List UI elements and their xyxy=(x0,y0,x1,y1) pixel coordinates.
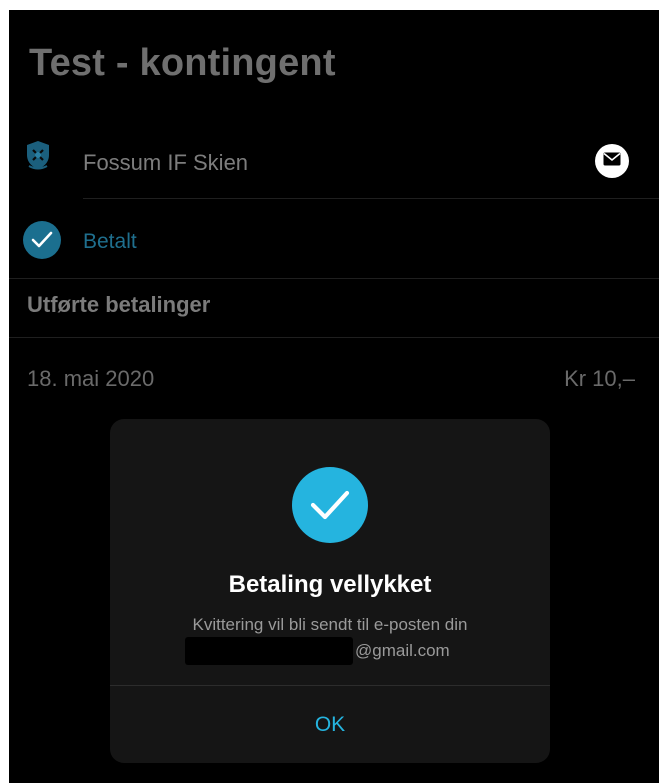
club-crest-icon xyxy=(25,140,51,170)
divider xyxy=(9,278,659,279)
payment-status-row: Betalt xyxy=(9,200,659,279)
divider xyxy=(9,337,659,338)
section-title: Utførte betalinger xyxy=(27,292,211,317)
app-screen: Test - kontingent Fossum IF Skien Betalt… xyxy=(9,10,659,783)
email-domain: @gmail.com xyxy=(355,641,450,660)
contact-button[interactable] xyxy=(595,144,629,178)
page-title: Test - kontingent xyxy=(29,42,336,84)
check-circle-icon xyxy=(292,467,368,543)
dialog-message: Kvittering vil bli sendt til e-posten di… xyxy=(192,615,468,634)
payment-date: 18. mai 2020 xyxy=(27,366,155,391)
ok-button[interactable]: OK xyxy=(110,686,550,763)
dialog-title: Betaling vellykket xyxy=(228,571,432,598)
check-circle-icon xyxy=(23,221,61,259)
redacted-email-local-part xyxy=(185,637,353,665)
payment-amount: Kr 10,– xyxy=(564,366,635,391)
organization-name: Fossum IF Skien xyxy=(83,150,249,175)
organization-row[interactable]: Fossum IF Skien xyxy=(9,120,659,199)
divider xyxy=(83,198,659,199)
payment-success-dialog: Betaling vellykket Kvittering vil bli se… xyxy=(110,419,550,763)
status-label: Betalt xyxy=(83,230,137,253)
email-address: @gmail.com xyxy=(185,637,450,665)
mail-icon xyxy=(603,152,621,171)
